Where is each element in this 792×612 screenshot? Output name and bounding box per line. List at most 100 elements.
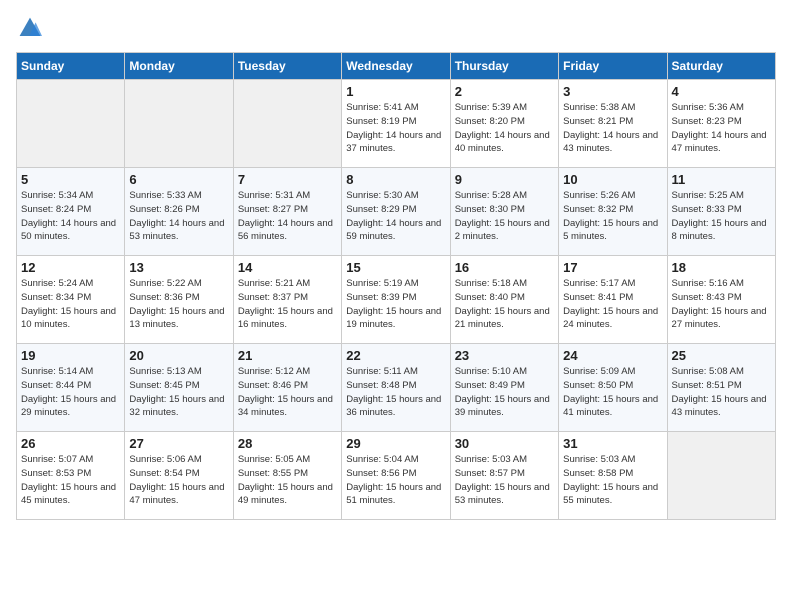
day-header-monday: Monday	[125, 53, 233, 80]
day-number: 29	[346, 436, 445, 451]
day-info: Sunrise: 5:16 AM Sunset: 8:43 PM Dayligh…	[672, 277, 771, 332]
day-number: 3	[563, 84, 662, 99]
day-info: Sunrise: 5:19 AM Sunset: 8:39 PM Dayligh…	[346, 277, 445, 332]
calendar-cell: 5Sunrise: 5:34 AM Sunset: 8:24 PM Daylig…	[17, 168, 125, 256]
day-info: Sunrise: 5:36 AM Sunset: 8:23 PM Dayligh…	[672, 101, 771, 156]
day-info: Sunrise: 5:10 AM Sunset: 8:49 PM Dayligh…	[455, 365, 554, 420]
day-number: 20	[129, 348, 228, 363]
day-number: 10	[563, 172, 662, 187]
day-number: 15	[346, 260, 445, 275]
calendar-cell: 27Sunrise: 5:06 AM Sunset: 8:54 PM Dayli…	[125, 432, 233, 520]
calendar-cell: 2 Sunrise: 5:39 AM Sunset: 8:20 PM Daylig…	[450, 80, 558, 168]
week-row-3: 12 Sunrise: 5:24 AM Sunset: 8:34 PM Dayli…	[17, 256, 776, 344]
day-info: Sunrise: 5:08 AM Sunset: 8:51 PM Dayligh…	[672, 365, 771, 420]
day-number: 17	[563, 260, 662, 275]
calendar-cell: 3 Sunrise: 5:38 AM Sunset: 8:21 PM Daylig…	[559, 80, 667, 168]
calendar-cell: 15 Sunrise: 5:19 AM Sunset: 8:39 PM Dayli…	[342, 256, 450, 344]
calendar-cell: 4 Sunrise: 5:36 AM Sunset: 8:23 PM Daylig…	[667, 80, 775, 168]
day-info: Sunrise: 5:17 AM Sunset: 8:41 PM Dayligh…	[563, 277, 662, 332]
day-info: Sunrise: 5:11 AM Sunset: 8:48 PM Dayligh…	[346, 365, 445, 420]
calendar-cell: 1 Sunrise: 5:41 AM Sunset: 8:19 PM Daylig…	[342, 80, 450, 168]
day-info: Sunrise: 5:30 AM Sunset: 8:29 PM Dayligh…	[346, 189, 445, 244]
day-info: Sunrise: 5:26 AM Sunset: 8:32 PM Dayligh…	[563, 189, 662, 244]
day-number: 27	[129, 436, 228, 451]
calendar-cell: 30 Sunrise: 5:03 AM Sunset: 8:57 PM Dayli…	[450, 432, 558, 520]
logo	[16, 16, 42, 40]
week-row-5: 26Sunrise: 5:07 AM Sunset: 8:53 PM Dayli…	[17, 432, 776, 520]
day-number: 31	[563, 436, 662, 451]
calendar-cell	[233, 80, 341, 168]
day-info: Sunrise: 5:22 AM Sunset: 8:36 PM Dayligh…	[129, 277, 228, 332]
day-info: Sunrise: 5:18 AM Sunset: 8:40 PM Dayligh…	[455, 277, 554, 332]
calendar-cell: 26Sunrise: 5:07 AM Sunset: 8:53 PM Dayli…	[17, 432, 125, 520]
day-number: 23	[455, 348, 554, 363]
calendar-cell: 8 Sunrise: 5:30 AM Sunset: 8:29 PM Daylig…	[342, 168, 450, 256]
day-info: Sunrise: 5:25 AM Sunset: 8:33 PM Dayligh…	[672, 189, 771, 244]
calendar-cell: 20 Sunrise: 5:13 AM Sunset: 8:45 PM Dayli…	[125, 344, 233, 432]
day-info: Sunrise: 5:12 AM Sunset: 8:46 PM Dayligh…	[238, 365, 337, 420]
day-number: 4	[672, 84, 771, 99]
day-number: 25	[672, 348, 771, 363]
calendar-cell: 14 Sunrise: 5:21 AM Sunset: 8:37 PM Dayli…	[233, 256, 341, 344]
day-number: 12	[21, 260, 120, 275]
day-info: Sunrise: 5:21 AM Sunset: 8:37 PM Dayligh…	[238, 277, 337, 332]
header	[16, 16, 776, 40]
day-info: Sunrise: 5:13 AM Sunset: 8:45 PM Dayligh…	[129, 365, 228, 420]
day-number: 7	[238, 172, 337, 187]
day-header-friday: Friday	[559, 53, 667, 80]
calendar-cell: 18Sunrise: 5:16 AM Sunset: 8:43 PM Dayli…	[667, 256, 775, 344]
day-header-wednesday: Wednesday	[342, 53, 450, 80]
calendar-cell: 7 Sunrise: 5:31 AM Sunset: 8:27 PM Daylig…	[233, 168, 341, 256]
calendar-cell: 13 Sunrise: 5:22 AM Sunset: 8:36 PM Dayli…	[125, 256, 233, 344]
day-number: 13	[129, 260, 228, 275]
day-info: Sunrise: 5:03 AM Sunset: 8:58 PM Dayligh…	[563, 453, 662, 508]
day-info: Sunrise: 5:41 AM Sunset: 8:19 PM Dayligh…	[346, 101, 445, 156]
day-number: 19	[21, 348, 120, 363]
day-number: 24	[563, 348, 662, 363]
day-info: Sunrise: 5:38 AM Sunset: 8:21 PM Dayligh…	[563, 101, 662, 156]
day-number: 21	[238, 348, 337, 363]
calendar-cell: 17 Sunrise: 5:17 AM Sunset: 8:41 PM Dayli…	[559, 256, 667, 344]
day-header-tuesday: Tuesday	[233, 53, 341, 80]
day-number: 2	[455, 84, 554, 99]
calendar-cell: 12 Sunrise: 5:24 AM Sunset: 8:34 PM Dayli…	[17, 256, 125, 344]
day-number: 28	[238, 436, 337, 451]
day-number: 6	[129, 172, 228, 187]
day-info: Sunrise: 5:39 AM Sunset: 8:20 PM Dayligh…	[455, 101, 554, 156]
day-number: 8	[346, 172, 445, 187]
day-info: Sunrise: 5:09 AM Sunset: 8:50 PM Dayligh…	[563, 365, 662, 420]
day-number: 22	[346, 348, 445, 363]
day-header-sunday: Sunday	[17, 53, 125, 80]
calendar-cell: 9Sunrise: 5:28 AM Sunset: 8:30 PM Daylig…	[450, 168, 558, 256]
day-number: 9	[455, 172, 554, 187]
week-row-1: 1 Sunrise: 5:41 AM Sunset: 8:19 PM Daylig…	[17, 80, 776, 168]
calendar-cell	[125, 80, 233, 168]
calendar-cell: 25 Sunrise: 5:08 AM Sunset: 8:51 PM Dayli…	[667, 344, 775, 432]
day-info: Sunrise: 5:03 AM Sunset: 8:57 PM Dayligh…	[455, 453, 554, 508]
calendar-cell: 16Sunrise: 5:18 AM Sunset: 8:40 PM Dayli…	[450, 256, 558, 344]
day-info: Sunrise: 5:31 AM Sunset: 8:27 PM Dayligh…	[238, 189, 337, 244]
day-info: Sunrise: 5:24 AM Sunset: 8:34 PM Dayligh…	[21, 277, 120, 332]
day-number: 30	[455, 436, 554, 451]
calendar-cell: 28 Sunrise: 5:05 AM Sunset: 8:55 PM Dayli…	[233, 432, 341, 520]
calendar-cell: 10 Sunrise: 5:26 AM Sunset: 8:32 PM Dayli…	[559, 168, 667, 256]
day-info: Sunrise: 5:04 AM Sunset: 8:56 PM Dayligh…	[346, 453, 445, 508]
calendar-cell: 31 Sunrise: 5:03 AM Sunset: 8:58 PM Dayli…	[559, 432, 667, 520]
day-info: Sunrise: 5:05 AM Sunset: 8:55 PM Dayligh…	[238, 453, 337, 508]
day-header-thursday: Thursday	[450, 53, 558, 80]
calendar-cell: 23 Sunrise: 5:10 AM Sunset: 8:49 PM Dayli…	[450, 344, 558, 432]
calendar-cell	[17, 80, 125, 168]
day-number: 14	[238, 260, 337, 275]
calendar-cell: 6 Sunrise: 5:33 AM Sunset: 8:26 PM Daylig…	[125, 168, 233, 256]
calendar-cell: 11Sunrise: 5:25 AM Sunset: 8:33 PM Dayli…	[667, 168, 775, 256]
calendar-cell: 21 Sunrise: 5:12 AM Sunset: 8:46 PM Dayli…	[233, 344, 341, 432]
week-row-4: 19 Sunrise: 5:14 AM Sunset: 8:44 PM Dayli…	[17, 344, 776, 432]
calendar-cell: 22 Sunrise: 5:11 AM Sunset: 8:48 PM Dayli…	[342, 344, 450, 432]
week-row-2: 5Sunrise: 5:34 AM Sunset: 8:24 PM Daylig…	[17, 168, 776, 256]
day-info: Sunrise: 5:33 AM Sunset: 8:26 PM Dayligh…	[129, 189, 228, 244]
day-header-saturday: Saturday	[667, 53, 775, 80]
day-info: Sunrise: 5:34 AM Sunset: 8:24 PM Dayligh…	[21, 189, 120, 244]
day-info: Sunrise: 5:07 AM Sunset: 8:53 PM Dayligh…	[21, 453, 120, 508]
day-info: Sunrise: 5:14 AM Sunset: 8:44 PM Dayligh…	[21, 365, 120, 420]
day-number: 1	[346, 84, 445, 99]
